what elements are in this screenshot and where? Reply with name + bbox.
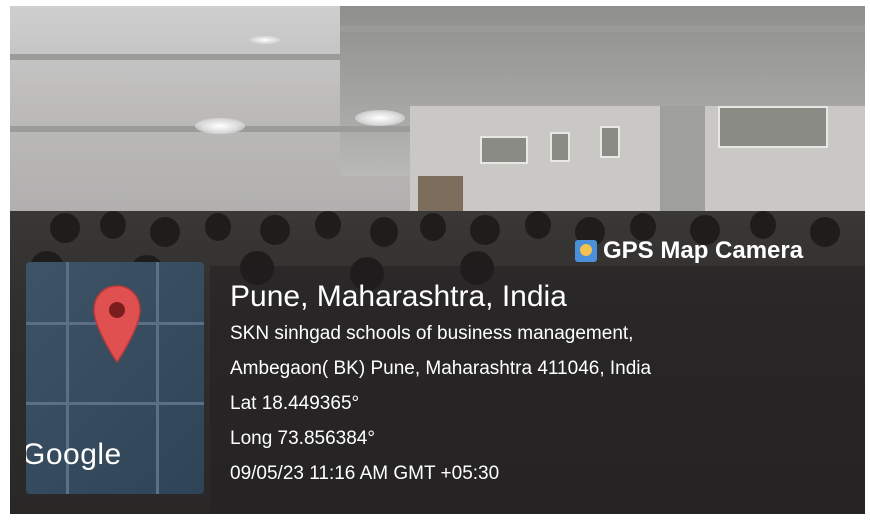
location-latitude: Lat 18.449365° <box>230 393 360 414</box>
brand: GPS Map Camera <box>575 237 803 265</box>
window <box>550 132 570 162</box>
location-address-line2: Ambegaon( BK) Pune, Maharashtra 411046, … <box>230 358 652 379</box>
location-info: Pune, Maharashtra, India SKN sinhgad sch… <box>230 278 651 491</box>
ceiling-fan <box>250 36 280 44</box>
window <box>718 106 828 148</box>
ceiling-beam <box>340 26 865 32</box>
app-icon <box>575 240 597 262</box>
location-longitude: Long 73.856384° <box>230 428 375 449</box>
brand-label: GPS Map Camera <box>603 237 804 264</box>
ceiling-beam <box>10 54 865 60</box>
location-address-line1: SKN sinhgad schools of business manageme… <box>230 323 634 344</box>
location-datetime: 09/05/23 11:16 AM GMT +05:30 <box>230 463 500 484</box>
map-thumbnail[interactable]: Google <box>26 262 204 494</box>
ceiling-light <box>195 118 245 134</box>
window <box>480 136 528 164</box>
map-pin-icon <box>93 285 141 364</box>
window <box>600 126 620 158</box>
ceiling-light <box>355 110 405 126</box>
map-provider-label: Google <box>26 438 122 471</box>
location-city: Pune, Maharashtra, India <box>230 280 567 313</box>
